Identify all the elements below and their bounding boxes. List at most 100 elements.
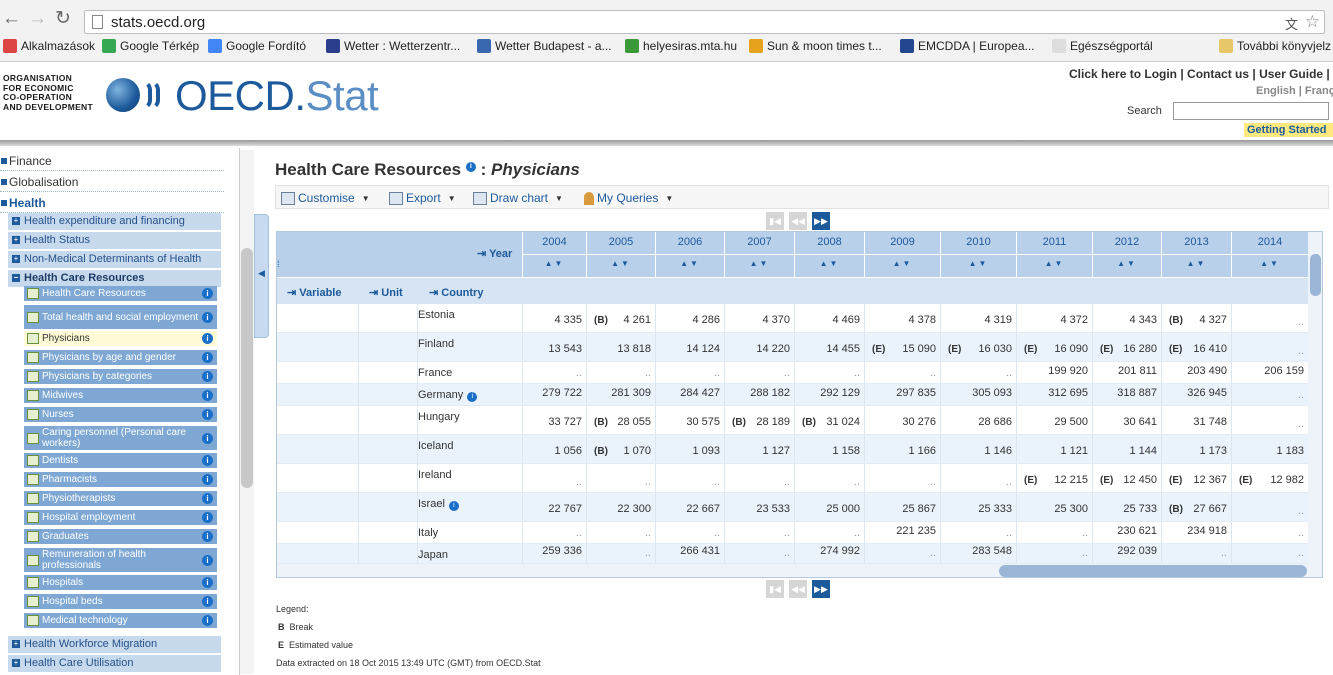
table-horizontal-scroll-thumb[interactable] xyxy=(999,565,1307,577)
year-column-header[interactable]: 2011 ▲▼ xyxy=(1016,232,1092,277)
sort-arrows-icon[interactable]: ▲▼ xyxy=(1232,259,1308,268)
country-cell[interactable]: France xyxy=(418,367,452,379)
top-links[interactable]: Click here to Login | Contact us | User … xyxy=(1069,67,1333,81)
oecd-stat-logo[interactable]: OECD.Stat xyxy=(175,72,379,120)
country-dimension[interactable]: ⇥ Country xyxy=(429,286,483,299)
info-icon[interactable]: i xyxy=(202,352,213,363)
sidebar-dataset-item[interactable]: Total health and social employment i xyxy=(24,305,217,329)
bookmark-item[interactable]: Alkalmazások xyxy=(3,39,95,53)
country-cell[interactable]: Japan xyxy=(418,549,448,561)
sidebar-collapse-handle[interactable]: ◀ xyxy=(254,214,269,338)
sidebar-theme-item[interactable]: − Health Care Resources xyxy=(8,270,221,287)
sort-arrows-icon[interactable]: ▲▼ xyxy=(523,259,586,268)
year-column-header[interactable]: 2013 ▲▼ xyxy=(1161,232,1231,277)
bookmark-item[interactable]: Wetter : Wetterzentr... xyxy=(326,39,460,53)
country-cell[interactable]: Ireland xyxy=(418,469,452,481)
country-cell[interactable]: Israel i xyxy=(418,498,459,511)
language-links[interactable]: English | Franç xyxy=(1256,85,1333,97)
year-dimension-label[interactable]: ⇥ Year xyxy=(477,247,512,260)
year-column-header[interactable]: 2009 ▲▼ xyxy=(864,232,940,277)
sidebar-theme-item[interactable]: + Health Workforce Migration xyxy=(8,636,221,653)
info-icon[interactable]: i xyxy=(202,333,213,344)
bookmark-item[interactable]: Google Fordító xyxy=(208,39,306,53)
customise-menu[interactable]: Customise ▼ xyxy=(281,191,370,205)
info-icon[interactable]: i xyxy=(202,371,213,382)
bookmark-item[interactable]: Sun & moon times t... xyxy=(749,39,882,53)
bookmark-item[interactable]: helyesiras.mta.hu xyxy=(625,39,737,53)
sidebar-dataset-item[interactable]: Caring personnel (Personal care workers)… xyxy=(24,426,217,450)
sidebar-item-globalisation[interactable]: Globalisation xyxy=(0,173,224,192)
first-page-icon[interactable]: ▮◀ xyxy=(766,212,784,230)
forward-arrow-icon[interactable]: → xyxy=(28,8,47,30)
sidebar-theme-item[interactable]: + Health expenditure and financing xyxy=(8,213,221,230)
bookmark-item[interactable]: Wetter Budapest - a... xyxy=(477,39,612,53)
variable-dimension[interactable]: ⇥ Variable xyxy=(287,286,341,299)
info-icon[interactable]: i xyxy=(467,392,478,402)
sidebar-dataset-item[interactable]: Midwives i xyxy=(24,388,217,403)
sort-arrows-icon[interactable]: ▲▼ xyxy=(587,259,655,268)
sidebar-theme-item[interactable]: + Health Care Utilisation xyxy=(8,655,221,672)
sidebar-scroll-thumb[interactable] xyxy=(241,248,253,488)
info-icon[interactable]: i xyxy=(202,577,213,588)
sidebar-dataset-item[interactable]: Pharmacists i xyxy=(24,472,217,487)
sort-arrows-icon[interactable]: ▲▼ xyxy=(725,259,794,268)
year-column-header[interactable]: 2010 ▲▼ xyxy=(940,232,1016,277)
sort-arrows-icon[interactable]: ▲▼ xyxy=(865,259,940,268)
sidebar-dataset-item[interactable]: Graduates i xyxy=(24,529,217,544)
my-queries-menu[interactable]: My Queries ▼ xyxy=(584,191,673,205)
sidebar-dataset-item[interactable]: Hospital employment i xyxy=(24,510,217,525)
country-cell[interactable]: Germany i xyxy=(418,389,478,402)
year-column-header[interactable]: 2008 ▲▼ xyxy=(794,232,864,277)
reload-icon[interactable]: ↻ xyxy=(55,8,71,30)
sidebar-dataset-item[interactable]: Hospital beds i xyxy=(24,594,217,609)
country-cell[interactable]: Finland xyxy=(418,338,454,350)
info-icon[interactable]: i xyxy=(202,311,213,323)
country-cell[interactable]: Iceland xyxy=(418,440,453,452)
first-page-icon[interactable]: ▮◀ xyxy=(766,580,784,598)
info-icon[interactable]: i xyxy=(202,390,213,401)
year-column-header[interactable]: 2012 ▲▼ xyxy=(1092,232,1161,277)
search-input[interactable] xyxy=(1173,102,1329,120)
back-arrow-icon[interactable]: ← xyxy=(2,8,21,30)
sidebar-dataset-item[interactable]: Dentists i xyxy=(24,453,217,468)
sidebar-dataset-item[interactable]: Physicians by age and gender i xyxy=(24,350,217,365)
year-column-header[interactable]: 2005 ▲▼ xyxy=(586,232,655,277)
sort-arrows-icon[interactable]: ▲▼ xyxy=(1093,259,1161,268)
table-vertical-scroll-thumb[interactable] xyxy=(1310,254,1321,296)
info-icon[interactable]: i xyxy=(202,531,213,542)
info-icon[interactable]: i xyxy=(202,554,213,566)
info-icon[interactable]: i xyxy=(202,512,213,523)
sidebar-item-health[interactable]: Health xyxy=(0,194,224,213)
info-icon[interactable]: i xyxy=(202,474,213,485)
star-icon[interactable]: ☆ xyxy=(1305,12,1320,32)
sidebar-item-finance[interactable]: Finance xyxy=(0,152,224,171)
sidebar-dataset-item[interactable]: Hospitals i xyxy=(24,575,217,590)
info-icon[interactable]: i xyxy=(202,596,213,607)
translate-icon[interactable]: 文 xyxy=(1285,14,1298,33)
getting-started-link[interactable]: Getting Started xyxy=(1244,123,1333,137)
sort-arrows-icon[interactable]: ▲▼ xyxy=(941,259,1016,268)
year-column-header[interactable]: 2006 ▲▼ xyxy=(655,232,724,277)
sidebar-dataset-item[interactable]: Physicians i xyxy=(24,331,217,346)
sidebar-dataset-item[interactable]: Physicians by categories i xyxy=(24,369,217,384)
bookmark-item[interactable]: Egészségportál xyxy=(1052,39,1153,53)
bookmark-item[interactable]: Google Térkép xyxy=(102,39,199,53)
next-page-icon[interactable]: ▶▶ xyxy=(812,580,830,598)
info-icon[interactable]: i xyxy=(202,432,213,444)
unit-dimension[interactable]: ⇥ Unit xyxy=(369,286,403,299)
country-cell[interactable]: Estonia xyxy=(418,309,455,321)
info-icon[interactable]: i xyxy=(202,288,213,299)
sidebar-dataset-item[interactable]: Physiotherapists i xyxy=(24,491,217,506)
sidebar-dataset-item[interactable]: Medical technology i xyxy=(24,613,217,628)
sidebar-theme-item[interactable]: + Non-Medical Determinants of Health xyxy=(8,251,221,268)
address-bar[interactable]: stats.oecd.org 文 ☆ xyxy=(84,10,1325,34)
sort-arrows-icon[interactable]: ▲▼ xyxy=(1017,259,1092,268)
info-icon[interactable]: i xyxy=(202,455,213,466)
sidebar-dataset-item[interactable]: Remuneration of health professionals i xyxy=(24,548,217,572)
country-cell[interactable]: Hungary xyxy=(418,411,460,423)
country-cell[interactable]: Italy xyxy=(418,527,438,539)
sort-arrows-icon[interactable]: ▲▼ xyxy=(795,259,864,268)
year-column-header[interactable]: 2014 ▲▼ xyxy=(1231,232,1308,277)
prev-page-icon[interactable]: ◀◀ xyxy=(789,580,807,598)
draw-chart-menu[interactable]: Draw chart ▼ xyxy=(473,191,563,205)
